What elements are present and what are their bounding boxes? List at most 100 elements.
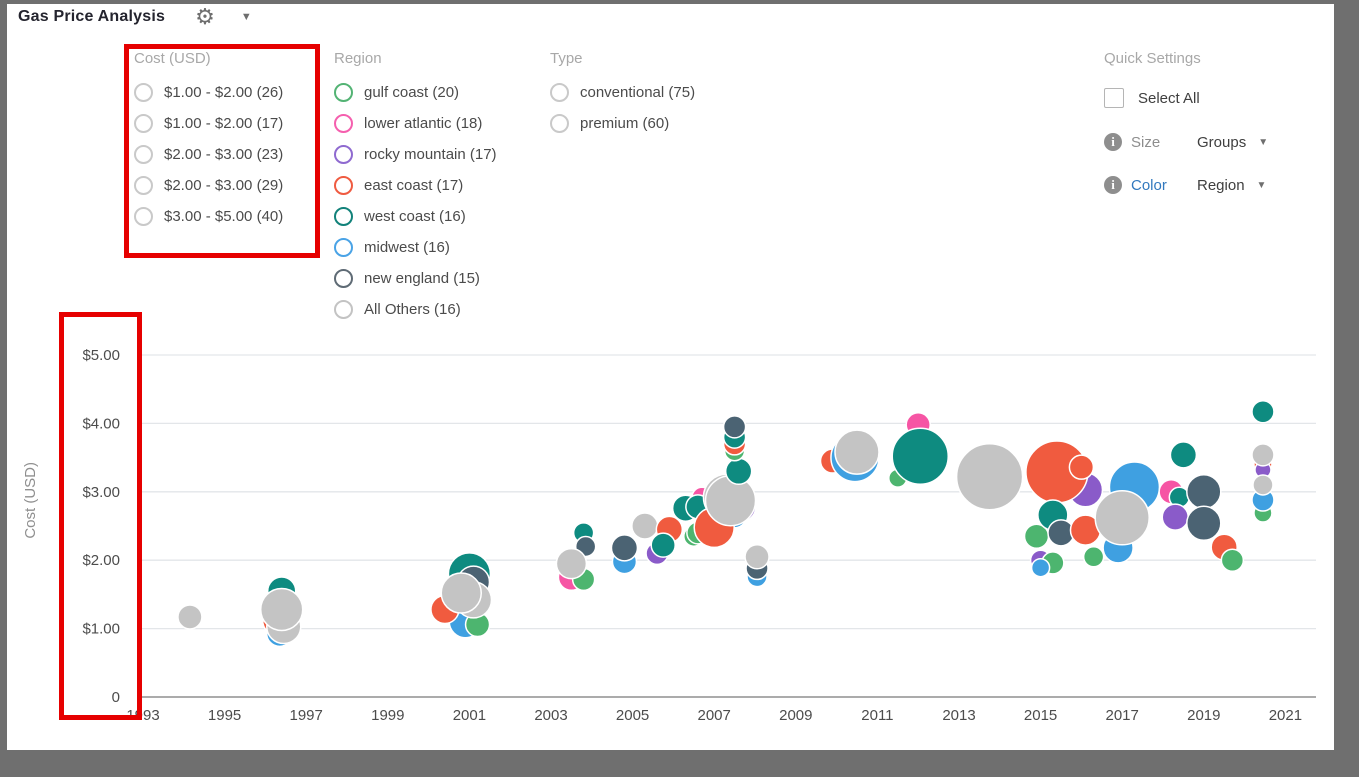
- chart-bubble[interactable]: [726, 458, 752, 484]
- option-label: west coast (16): [364, 208, 466, 225]
- quick-settings-heading: Quick Settings: [1104, 50, 1268, 67]
- chart-bubble[interactable]: [1032, 559, 1050, 577]
- color-label: Color: [1131, 177, 1197, 194]
- option-label: gulf coast (20): [364, 84, 459, 101]
- radio-icon[interactable]: [334, 269, 353, 288]
- chart-bubble[interactable]: [1069, 455, 1093, 479]
- radio-icon[interactable]: [134, 207, 153, 226]
- chart-bubble[interactable]: [1187, 506, 1221, 540]
- size-setting-row: i Size Groups ▼: [1104, 133, 1268, 151]
- chart-bubble[interactable]: [957, 444, 1023, 510]
- radio-region-rocky-mountain[interactable]: rocky mountain (17): [334, 139, 497, 170]
- radio-icon[interactable]: [334, 145, 353, 164]
- chart-bubble[interactable]: [1162, 504, 1188, 530]
- radio-icon[interactable]: [134, 114, 153, 133]
- chart-bubble[interactable]: [178, 605, 202, 629]
- radio-region-lower-atlantic[interactable]: lower atlantic (18): [334, 108, 497, 139]
- chart-bubble[interactable]: [1187, 475, 1221, 509]
- radio-region-gulf-coast[interactable]: gulf coast (20): [334, 77, 497, 108]
- x-tick-label: 2021: [1269, 707, 1302, 724]
- chart-bubble[interactable]: [835, 430, 879, 474]
- chart-bubble[interactable]: [441, 573, 481, 613]
- option-label: conventional (75): [580, 84, 695, 101]
- cost-filter-group: Cost (USD) $1.00 - $2.00 (26) $1.00 - $2…: [134, 50, 283, 232]
- radio-icon[interactable]: [550, 114, 569, 133]
- radio-region-midwest[interactable]: midwest (16): [334, 232, 497, 263]
- x-tick-label: 2019: [1187, 707, 1220, 724]
- chart-bubble[interactable]: [651, 533, 675, 557]
- select-all-label: Select All: [1138, 90, 1200, 107]
- radio-cost-option-2[interactable]: $1.00 - $2.00 (17): [134, 108, 283, 139]
- chevron-down-icon[interactable]: ▼: [1258, 137, 1268, 148]
- option-label: premium (60): [580, 115, 669, 132]
- option-label: $2.00 - $3.00 (29): [164, 177, 283, 194]
- radio-icon[interactable]: [334, 176, 353, 195]
- chart-bubble[interactable]: [632, 513, 658, 539]
- option-label: new england (15): [364, 270, 480, 287]
- select-all-checkbox[interactable]: [1104, 88, 1124, 108]
- option-label: $1.00 - $2.00 (17): [164, 115, 283, 132]
- info-icon[interactable]: i: [1104, 133, 1122, 151]
- x-tick-label: 2003: [534, 707, 567, 724]
- size-label: Size: [1131, 134, 1197, 151]
- y-tick-label: 0: [112, 689, 120, 706]
- chart-bubble[interactable]: [1253, 475, 1273, 495]
- region-filter-heading: Region: [334, 50, 497, 67]
- y-tick-label: $4.00: [82, 415, 120, 432]
- option-label: east coast (17): [364, 177, 463, 194]
- option-label: $3.00 - $5.00 (40): [164, 208, 283, 225]
- chart-bubble[interactable]: [745, 545, 769, 569]
- radio-cost-option-4[interactable]: $2.00 - $3.00 (29): [134, 170, 283, 201]
- chevron-down-icon[interactable]: ▼: [1257, 180, 1267, 191]
- radio-region-west-coast[interactable]: west coast (16): [334, 201, 497, 232]
- radio-icon[interactable]: [334, 207, 353, 226]
- type-filter-heading: Type: [550, 50, 695, 67]
- chart-bubble[interactable]: [1252, 401, 1274, 423]
- region-filter-group: Region gulf coast (20) lower atlantic (1…: [334, 50, 497, 325]
- x-tick-label: 2013: [942, 707, 975, 724]
- radio-cost-option-5[interactable]: $3.00 - $5.00 (40): [134, 201, 283, 232]
- chart-bubble[interactable]: [1095, 491, 1149, 545]
- x-tick-label: 1999: [371, 707, 404, 724]
- chart-bubble[interactable]: [556, 549, 586, 579]
- chart-bubble[interactable]: [261, 588, 303, 630]
- radio-icon[interactable]: [334, 300, 353, 319]
- radio-icon[interactable]: [134, 83, 153, 102]
- cost-filter-heading: Cost (USD): [134, 50, 283, 67]
- chart-bubble[interactable]: [1084, 547, 1104, 567]
- y-tick-label: $2.00: [82, 552, 120, 569]
- chevron-down-icon[interactable]: ▼: [241, 11, 252, 23]
- radio-region-all-others[interactable]: All Others (16): [334, 294, 497, 325]
- x-tick-label: 1997: [290, 707, 323, 724]
- option-label: All Others (16): [364, 301, 461, 318]
- x-tick-label: 2007: [698, 707, 731, 724]
- radio-icon[interactable]: [550, 83, 569, 102]
- radio-icon[interactable]: [334, 238, 353, 257]
- chart-bubble[interactable]: [611, 535, 637, 561]
- x-tick-label: 2005: [616, 707, 649, 724]
- gear-icon[interactable]: ⚙: [195, 6, 215, 28]
- size-dropdown[interactable]: Groups: [1197, 134, 1246, 151]
- chart-bubble[interactable]: [1170, 442, 1196, 468]
- y-axis-title: Cost (USD): [22, 462, 39, 539]
- radio-icon[interactable]: [334, 83, 353, 102]
- radio-region-east-coast[interactable]: east coast (17): [334, 170, 497, 201]
- info-icon[interactable]: i: [1104, 176, 1122, 194]
- chart-bubble[interactable]: [1221, 549, 1243, 571]
- page-title: Gas Price Analysis: [18, 8, 165, 26]
- y-tick-label: $1.00: [82, 621, 120, 638]
- chart-bubble[interactable]: [724, 416, 746, 438]
- x-tick-label: 2011: [861, 707, 893, 724]
- chart-bubble[interactable]: [1252, 444, 1274, 466]
- radio-icon[interactable]: [134, 176, 153, 195]
- chart-bubble[interactable]: [892, 428, 948, 484]
- radio-icon[interactable]: [134, 145, 153, 164]
- radio-region-new-england[interactable]: new england (15): [334, 263, 497, 294]
- radio-cost-option-3[interactable]: $2.00 - $3.00 (23): [134, 139, 283, 170]
- radio-type-conventional[interactable]: conventional (75): [550, 77, 695, 108]
- radio-cost-option-1[interactable]: $1.00 - $2.00 (26): [134, 77, 283, 108]
- radio-type-premium[interactable]: premium (60): [550, 108, 695, 139]
- color-dropdown[interactable]: Region: [1197, 177, 1245, 194]
- chart-bubble[interactable]: [706, 476, 756, 526]
- radio-icon[interactable]: [334, 114, 353, 133]
